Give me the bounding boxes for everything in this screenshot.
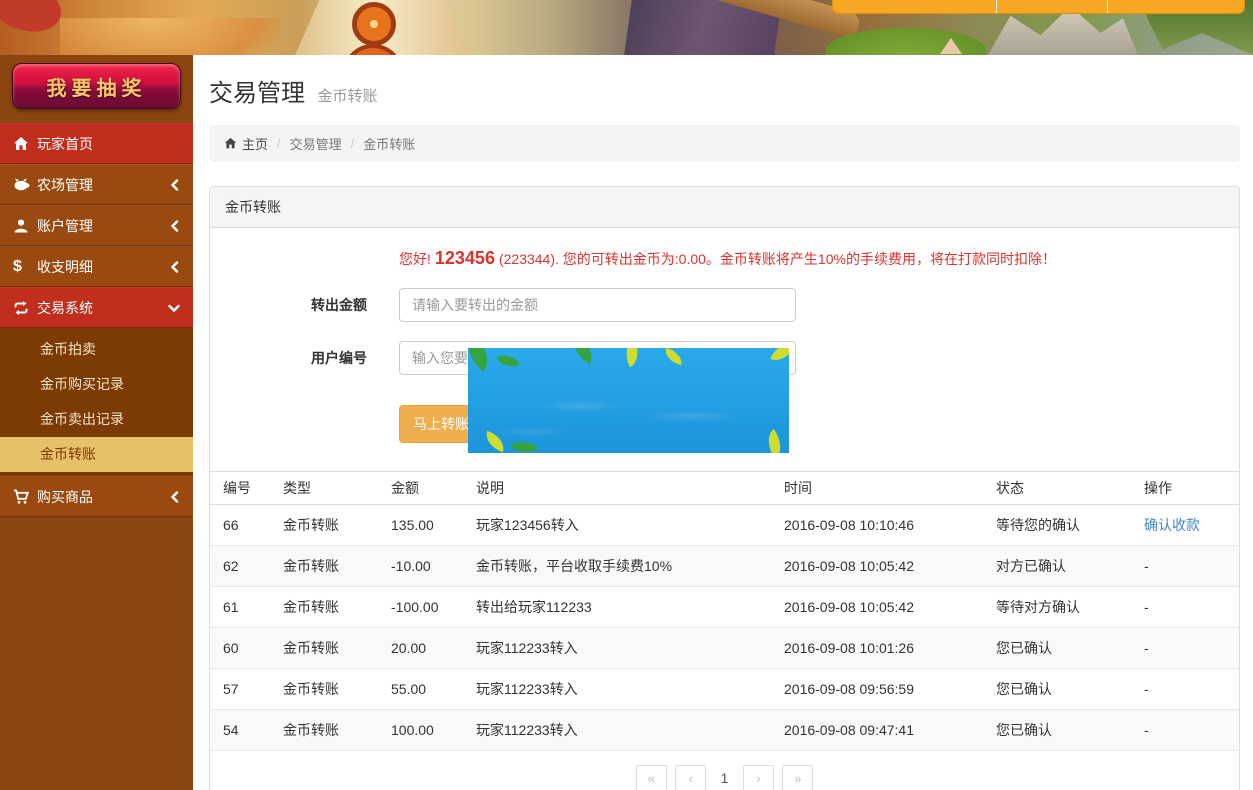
breadcrumb: 主页 / 交易管理 / 金币转账 [209, 125, 1240, 162]
sidebar-item-label: 交易系统 [37, 298, 93, 318]
banner-art [0, 0, 68, 40]
amount-input[interactable] [399, 288, 796, 322]
sidebar: 我要抽奖 玩家首页 农场管理 [0, 55, 193, 790]
leaf-icon [761, 429, 788, 453]
chevron-down-icon [168, 303, 180, 313]
breadcrumb-home[interactable]: 主页 [224, 134, 268, 153]
submenu-item-coin-purchase-records[interactable]: 金币购买记录 [0, 367, 193, 402]
pagination-current-page: 1 [721, 770, 729, 786]
breadcrumb-current: 金币转账 [363, 134, 415, 153]
sidebar-item-account-management[interactable]: 账户管理 [0, 205, 193, 246]
submenu-item-coin-transfer[interactable]: 金币转账 [0, 437, 193, 472]
table-row: 66 金币转账 135.00 玩家123456转入 2016-09-08 10:… [210, 505, 1239, 546]
user-icon [13, 218, 37, 234]
table-row: 61 金币转账 -100.00 转出给玩家112233 2016-09-08 1… [210, 587, 1239, 628]
chevron-left-icon [170, 179, 180, 191]
col-header-status: 状态 [983, 472, 1131, 505]
leaf-icon [497, 352, 520, 371]
table-header-row: 编号 类型 金额 说明 时间 状态 操作 [210, 472, 1239, 505]
transfer-records-table: 编号 类型 金额 说明 时间 状态 操作 66 金币转账 [210, 471, 1239, 751]
top-nav-segment[interactable] [833, 0, 997, 13]
sidebar-item-label: 收支明细 [37, 257, 93, 277]
leaf-icon [663, 348, 685, 365]
exchange-icon [13, 300, 37, 316]
leaf-icon [567, 348, 599, 364]
sidebar-item-label: 玩家首页 [37, 134, 93, 154]
pagination-first-button[interactable]: « [636, 765, 667, 790]
breadcrumb-separator: / [342, 136, 364, 151]
sidebar-item-label: 账户管理 [37, 216, 93, 236]
table-row: 54 金币转账 100.00 玩家112233转入 2016-09-08 09:… [210, 710, 1239, 751]
dollar-icon: $ [13, 258, 37, 276]
sidebar-item-label: 农场管理 [37, 175, 93, 195]
col-header-id: 编号 [210, 472, 270, 505]
top-nav-bar [832, 0, 1245, 14]
col-header-time: 时间 [771, 472, 983, 505]
sidebar-item-income-details[interactable]: $ 收支明细 [0, 246, 193, 287]
table-row: 57 金币转账 55.00 玩家112233转入 2016-09-08 09:5… [210, 669, 1239, 710]
col-header-type: 类型 [270, 472, 378, 505]
banner-art [60, 18, 280, 55]
home-icon [13, 136, 37, 152]
chevron-left-icon [170, 261, 180, 273]
pig-icon [13, 177, 37, 192]
chevron-left-icon [170, 491, 180, 503]
cart-icon [13, 489, 37, 505]
pagination-last-button[interactable]: » [782, 765, 813, 790]
home-icon [224, 137, 237, 150]
overlay-image [468, 348, 789, 453]
pagination: « ‹ 1 › » [210, 751, 1239, 790]
leaf-icon [468, 348, 497, 372]
col-header-desc: 说明 [463, 472, 771, 505]
transfer-notice: 您好!123456(223344). 您的可转出金币为:0.00。金币转账将产生… [399, 248, 1239, 269]
chevron-left-icon [170, 220, 180, 232]
page-title: 交易管理 [209, 73, 305, 108]
panel-title: 金币转账 [210, 187, 1239, 228]
top-nav-segment[interactable] [997, 0, 1108, 13]
main-content: 交易管理 金币转账 主页 / 交易管理 / 金币转账 金币转账 您好!12345… [193, 55, 1253, 790]
sidebar-item-trade-system[interactable]: 交易系统 [0, 287, 193, 328]
table-row: 62 金币转账 -10.00 金币转账，平台收取手续费10% 2016-09-0… [210, 546, 1239, 587]
sidebar-item-farm-management[interactable]: 农场管理 [0, 164, 193, 205]
submenu-item-coin-sell-records[interactable]: 金币卖出记录 [0, 402, 193, 437]
sidebar-item-buy-goods[interactable]: 购买商品 [0, 476, 193, 517]
lottery-button[interactable]: 我要抽奖 [12, 63, 181, 109]
leaf-icon [482, 431, 508, 453]
leaf-icon [770, 348, 789, 366]
table-row: 60 金币转账 20.00 玩家112233转入 2016-09-08 10:0… [210, 628, 1239, 669]
sidebar-item-player-home[interactable]: 玩家首页 [0, 123, 193, 164]
leaf-icon [620, 348, 645, 367]
user-id-label: 用户编号 [210, 348, 367, 368]
pagination-next-button[interactable]: › [743, 765, 774, 790]
trade-system-submenu: 金币拍卖 金币购买记录 金币卖出记录 金币转账 [0, 328, 193, 476]
coin-transfer-panel: 金币转账 您好!123456(223344). 您的可转出金币为:0.00。金币… [209, 186, 1240, 790]
col-header-action: 操作 [1131, 472, 1239, 505]
top-nav-segment[interactable] [1108, 0, 1244, 13]
user-id: 123456 [435, 248, 495, 268]
breadcrumb-separator: / [268, 136, 290, 151]
col-header-amount: 金额 [378, 472, 463, 505]
banner-window [352, 2, 396, 46]
breadcrumb-trade-management[interactable]: 交易管理 [290, 134, 342, 153]
leaf-icon [510, 436, 537, 453]
page-subtitle: 金币转账 [317, 88, 377, 105]
confirm-receipt-link[interactable]: 确认收款 [1144, 517, 1200, 533]
sidebar-item-label: 购买商品 [37, 487, 93, 507]
submenu-item-coin-auction[interactable]: 金币拍卖 [0, 332, 193, 367]
pagination-prev-button[interactable]: ‹ [675, 765, 706, 790]
amount-label: 转出金额 [210, 295, 367, 315]
